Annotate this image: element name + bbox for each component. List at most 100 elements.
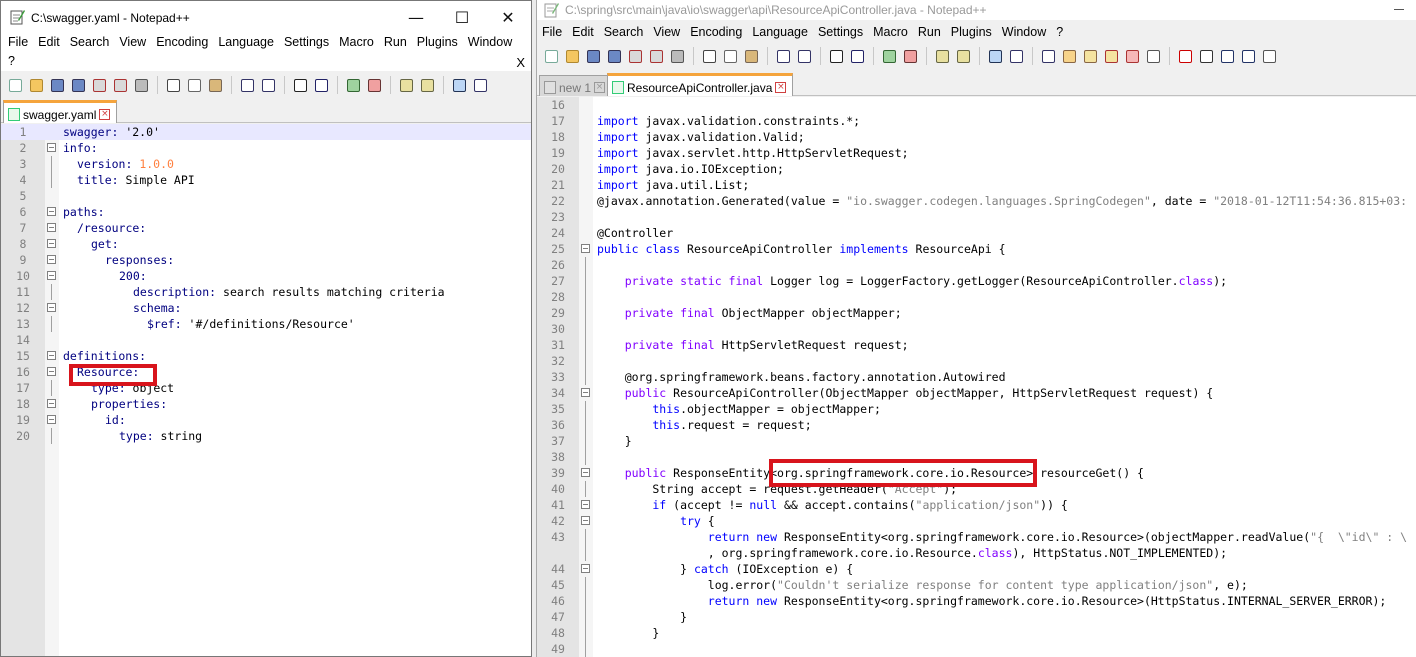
monitoring-icon[interactable] <box>1145 48 1162 65</box>
tab-swagger-yaml[interactable]: swagger.yaml × <box>3 100 118 123</box>
code-editor[interactable]: 1 swagger: '2.0' 2 info: 3 version: 1.0.0 4 tit… <box>1 124 531 656</box>
code-editor[interactable]: 16 17 import javax.validation.constraints.… <box>537 97 1416 657</box>
menu-plugins[interactable]: Plugins <box>946 22 997 43</box>
print-icon[interactable] <box>669 48 686 65</box>
close-icon[interactable] <box>627 48 644 65</box>
menu-view[interactable]: View <box>114 33 151 52</box>
copy-icon[interactable] <box>186 77 203 94</box>
language-icon[interactable] <box>1061 48 1078 65</box>
zoom-in-icon[interactable] <box>881 48 898 65</box>
fold-toggle-icon[interactable] <box>47 207 56 216</box>
menu-encoding[interactable]: Encoding <box>685 22 747 43</box>
menu-run[interactable]: Run <box>913 22 946 43</box>
menu-language[interactable]: Language <box>213 33 279 52</box>
replace-icon[interactable] <box>849 48 866 65</box>
fold-toggle-icon[interactable] <box>581 244 590 253</box>
undo-icon[interactable] <box>775 48 792 65</box>
save-icon[interactable] <box>585 48 602 65</box>
new-file-icon[interactable] <box>543 48 560 65</box>
word-wrap-icon[interactable] <box>451 77 468 94</box>
copy-icon[interactable] <box>722 48 739 65</box>
undo-icon[interactable] <box>239 77 256 94</box>
menu-macro[interactable]: Macro <box>334 33 379 52</box>
fold-toggle-icon[interactable] <box>581 564 590 573</box>
fold-toggle-icon[interactable] <box>581 388 590 397</box>
fold-toggle-icon[interactable] <box>47 415 56 424</box>
zoom-out-icon[interactable] <box>902 48 919 65</box>
show-all-chars-icon[interactable] <box>1008 48 1025 65</box>
fold-toggle-icon[interactable] <box>581 468 590 477</box>
cut-icon[interactable] <box>701 48 718 65</box>
menu-window[interactable]: Window <box>997 22 1051 43</box>
minimize-button[interactable]: — <box>393 1 439 33</box>
menu-help[interactable]: ? <box>1051 22 1068 43</box>
fold-toggle-icon[interactable] <box>47 143 56 152</box>
record-macro-icon[interactable] <box>1177 48 1194 65</box>
menu-settings[interactable]: Settings <box>813 22 868 43</box>
menu-language[interactable]: Language <box>747 22 813 43</box>
close-icon[interactable] <box>91 77 108 94</box>
tab-close-icon[interactable]: × <box>594 82 606 93</box>
fold-toggle-icon[interactable] <box>47 303 56 312</box>
minimize-button[interactable] <box>1376 0 1416 20</box>
menu-file[interactable]: File <box>537 22 567 43</box>
save-macro-icon[interactable] <box>1261 48 1278 65</box>
menu-view[interactable]: View <box>648 22 685 43</box>
word-wrap-icon[interactable] <box>987 48 1004 65</box>
paste-icon[interactable] <box>743 48 760 65</box>
playback-macro-icon[interactable] <box>1219 48 1236 65</box>
print-icon[interactable] <box>133 77 150 94</box>
menu-macro[interactable]: Macro <box>868 22 913 43</box>
fold-toggle-icon[interactable] <box>47 367 56 376</box>
close-all-icon[interactable] <box>112 77 129 94</box>
close-button[interactable]: ✕ <box>485 1 531 33</box>
fold-toggle-icon[interactable] <box>47 223 56 232</box>
menu-search[interactable]: Search <box>599 22 649 43</box>
replace-icon[interactable] <box>313 77 330 94</box>
cut-icon[interactable] <box>165 77 182 94</box>
menu-encoding[interactable]: Encoding <box>151 33 213 52</box>
sync-vertical-icon[interactable] <box>398 77 415 94</box>
save-icon[interactable] <box>49 77 66 94</box>
run-macro-multiple-icon[interactable] <box>1240 48 1257 65</box>
zoom-out-icon[interactable] <box>366 77 383 94</box>
fold-toggle-icon[interactable] <box>581 500 590 509</box>
fold-toggle-icon[interactable] <box>47 255 56 264</box>
menu-search[interactable]: Search <box>65 33 115 52</box>
sync-horizontal-icon[interactable] <box>419 77 436 94</box>
fold-toggle-icon[interactable] <box>47 399 56 408</box>
fold-toggle-icon[interactable] <box>581 516 590 525</box>
title-bar[interactable]: C:\spring\src\main\java\io\swagger\api\R… <box>537 0 1416 20</box>
menu-edit[interactable]: Edit <box>33 33 65 52</box>
menu-plugins[interactable]: Plugins <box>412 33 463 52</box>
maximize-button[interactable]: ☐ <box>439 1 485 33</box>
indent-guide-icon[interactable] <box>1040 48 1057 65</box>
folder-workspace-icon[interactable] <box>1124 48 1141 65</box>
document-map-icon[interactable] <box>1082 48 1099 65</box>
stop-record-icon[interactable] <box>1198 48 1215 65</box>
save-all-icon[interactable] <box>70 77 87 94</box>
zoom-in-icon[interactable] <box>345 77 362 94</box>
menu-window[interactable]: Window <box>463 33 517 52</box>
find-icon[interactable] <box>828 48 845 65</box>
title-bar[interactable]: C:\swagger.yaml - Notepad++ — ☐ ✕ <box>1 1 531 33</box>
tab-resource-api-controller[interactable]: ResourceApiController.java × <box>607 73 794 96</box>
menu-edit[interactable]: Edit <box>567 22 599 43</box>
new-file-icon[interactable] <box>7 77 24 94</box>
redo-icon[interactable] <box>260 77 277 94</box>
menu-run[interactable]: Run <box>379 33 412 52</box>
tab-close-icon[interactable]: × <box>99 109 111 120</box>
tab-close-icon[interactable]: × <box>775 82 787 93</box>
menu-settings[interactable]: Settings <box>279 33 334 52</box>
tab-new-1[interactable]: new 1 × <box>539 75 613 96</box>
open-file-icon[interactable] <box>28 77 45 94</box>
fold-toggle-icon[interactable] <box>47 239 56 248</box>
show-all-chars-icon[interactable] <box>472 77 489 94</box>
sync-horizontal-icon[interactable] <box>955 48 972 65</box>
function-list-icon[interactable] <box>1103 48 1120 65</box>
find-icon[interactable] <box>292 77 309 94</box>
menu-help[interactable]: ? <box>3 52 20 71</box>
fold-toggle-icon[interactable] <box>47 271 56 280</box>
sync-vertical-icon[interactable] <box>934 48 951 65</box>
redo-icon[interactable] <box>796 48 813 65</box>
